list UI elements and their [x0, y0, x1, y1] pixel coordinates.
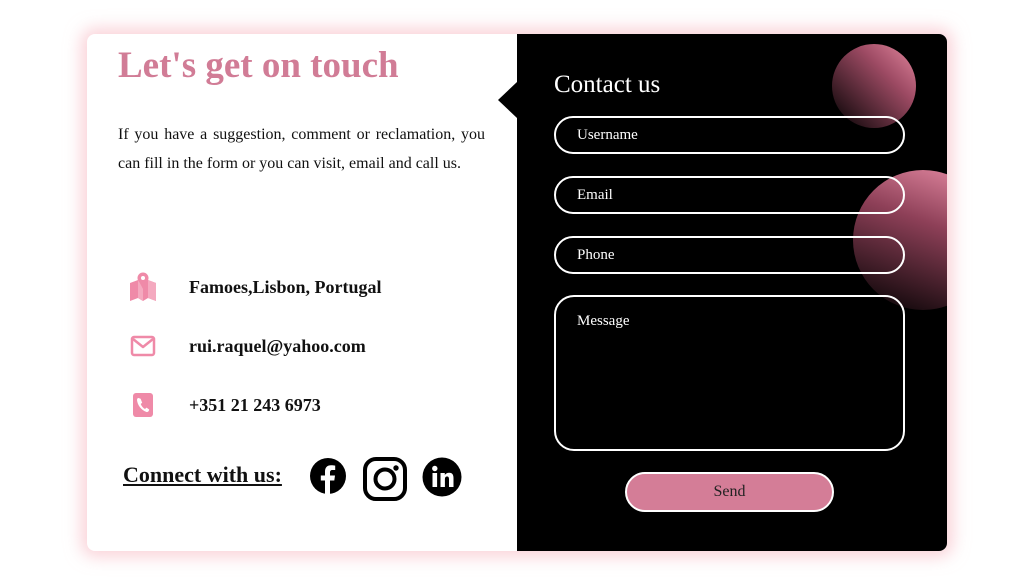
email-row: rui.raquel@yahoo.com	[129, 329, 366, 363]
send-button[interactable]: Send	[625, 472, 834, 512]
phone-icon	[129, 390, 157, 420]
address-text: Famoes,Lisbon, Portugal	[189, 276, 382, 297]
address-row: Famoes,Lisbon, Portugal	[129, 270, 382, 304]
connect-label: Connect with us:	[123, 462, 282, 487]
phone-text[interactable]: +351 21 243 6973	[189, 395, 321, 416]
intro-text: If you have a suggestion, comment or rec…	[118, 126, 485, 172]
email-input[interactable]	[554, 176, 905, 214]
phone-input[interactable]	[554, 236, 905, 274]
panel-notch	[498, 82, 517, 118]
info-panel: Let's get on touch If you have a suggest…	[87, 34, 517, 551]
phone-row: +351 21 243 6973	[129, 388, 321, 422]
envelope-icon	[129, 331, 157, 361]
linkedin-icon[interactable]	[422, 457, 462, 497]
contact-card: Let's get on touch If you have a suggest…	[87, 34, 947, 551]
page-title: Let's get on touch	[118, 45, 399, 86]
contact-form-panel: Contact us Send	[517, 34, 947, 551]
username-input[interactable]	[554, 116, 905, 154]
facebook-icon[interactable]	[309, 457, 347, 495]
message-textarea[interactable]	[554, 295, 905, 451]
instagram-icon[interactable]	[363, 457, 407, 501]
map-pin-icon	[129, 272, 157, 302]
form-title: Contact us	[554, 71, 661, 98]
email-text[interactable]: rui.raquel@yahoo.com	[189, 336, 366, 357]
